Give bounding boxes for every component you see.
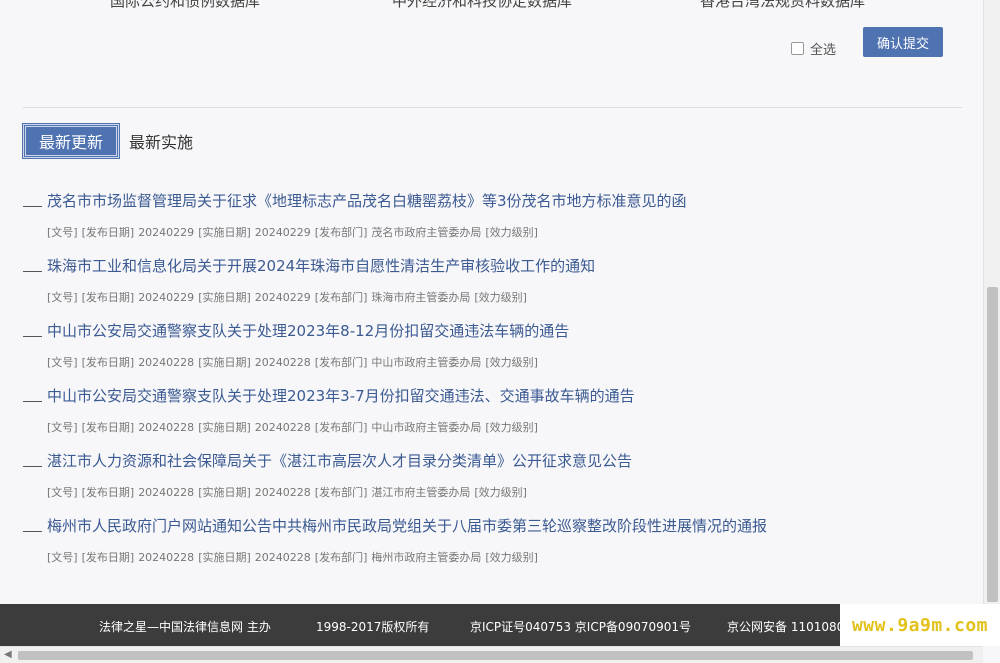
meta-effective-date: 20240229 [254, 291, 311, 304]
meta-effective-date: 20240228 [254, 486, 311, 499]
news-title-link[interactable]: 珠海市工业和信息化局关于开展2024年珠海市自愿性清洁生产审核验收工作的通知 [47, 255, 595, 276]
database-links-row: 国际公约和惯例数据库 中外经济和科技协定数据库 香港台湾法规资料数据库 [0, 0, 983, 10]
meta-doc-no-label: [文号] [47, 226, 78, 239]
news-item: 湛江市人力资源和社会保障局关于《湛江市高层次人才目录分类清单》公开征求意见公告 [… [23, 450, 953, 515]
database-link-hk-tw-regulations[interactable]: 香港台湾法规资料数据库 [700, 0, 865, 11]
footer-copyright: 1998-2017版权所有 [316, 620, 430, 634]
meta-effective-date-label: [实施日期] [198, 356, 251, 369]
scroll-left-arrow-icon[interactable]: ◀ [4, 649, 12, 660]
meta-effective-date-label: [实施日期] [198, 486, 251, 499]
meta-effective-date-label: [实施日期] [198, 291, 251, 304]
meta-level-label: [效力级别] [485, 551, 538, 564]
meta-department-label: [发布部门] [314, 551, 368, 564]
footer: 法律之星—中国法律信息网 主办 1998-2017版权所有 京ICP证号0407… [0, 604, 840, 646]
meta-department: 中山市政府主管委办局 [371, 421, 482, 434]
meta-doc-no-label: [文号] [47, 356, 78, 369]
footer-police-record[interactable]: 京公网安备 1101080 [727, 618, 840, 635]
meta-doc-no-label: [文号] [47, 551, 78, 564]
meta-department-label: [发布部门] [314, 486, 368, 499]
meta-effective-date-label: [实施日期] [198, 421, 251, 434]
select-all-checkbox[interactable] [791, 42, 804, 55]
confirm-submit-button[interactable]: 确认提交 [863, 27, 943, 57]
news-meta: [文号] [发布日期] 20240228 [实施日期] 20240228 [发布部门] 中山… [47, 354, 542, 370]
tab-bar: 最新更新 最新实施 [23, 124, 193, 158]
meta-doc-no-label: [文号] [47, 421, 78, 434]
footer-host: 法律之星—中国法律信息网 主办 [99, 620, 271, 634]
meta-effective-date: 20240228 [254, 421, 311, 434]
database-link-intl-conventions[interactable]: 国际公约和惯例数据库 [110, 0, 260, 11]
meta-department-label: [发布部门] [314, 291, 368, 304]
news-item: 茂名市市场监督管理局关于征求《地理标志产品茂名白糖罂荔枝》等3份茂名市地方标准意… [23, 190, 953, 255]
news-item: 珠海市工业和信息化局关于开展2024年珠海市自愿性清洁生产审核验收工作的通知 [文… [23, 255, 953, 320]
meta-publish-date: 20240228 [138, 551, 195, 564]
meta-publish-date: 20240229 [138, 291, 195, 304]
news-meta: [文号] [发布日期] 20240228 [实施日期] 20240228 [发布部门] 梅州… [47, 549, 542, 565]
bullet-line [23, 466, 42, 467]
meta-publish-date-label: [发布日期] [81, 551, 135, 564]
meta-publish-date-label: [发布日期] [81, 291, 135, 304]
vertical-scrollbar-thumb[interactable] [987, 287, 998, 602]
vertical-scrollbar[interactable] [983, 0, 1000, 645]
bullet-line [23, 401, 42, 402]
page-content: 国际公约和惯例数据库 中外经济和科技协定数据库 香港台湾法规资料数据库 全选 确… [0, 0, 983, 604]
section-divider [23, 107, 962, 108]
meta-department-label: [发布部门] [314, 421, 368, 434]
meta-level-label: [效力级别] [474, 291, 527, 304]
select-all-control[interactable]: 全选 [791, 39, 836, 58]
meta-publish-date-label: [发布日期] [81, 226, 135, 239]
tab-latest-effective[interactable]: 最新实施 [129, 129, 193, 153]
meta-department: 湛江市府主管委办局 [371, 486, 471, 499]
bullet-line [23, 271, 42, 272]
news-list: 茂名市市场监督管理局关于征求《地理标志产品茂名白糖罂荔枝》等3份茂名市地方标准意… [23, 190, 953, 580]
meta-department: 茂名市政府主管委办局 [371, 226, 482, 239]
meta-level-label: [效力级别] [485, 226, 538, 239]
meta-department: 梅州市政府主管委办局 [371, 551, 482, 564]
meta-effective-date: 20240228 [254, 356, 311, 369]
meta-publish-date: 20240229 [138, 226, 195, 239]
bullet-line [23, 531, 42, 532]
select-all-label: 全选 [810, 43, 837, 58]
meta-level-label: [效力级别] [474, 486, 527, 499]
bullet-line [23, 336, 42, 337]
news-title-link[interactable]: 茂名市市场监督管理局关于征求《地理标志产品茂名白糖罂荔枝》等3份茂名市地方标准意… [47, 190, 687, 211]
meta-level-label: [效力级别] [485, 356, 538, 369]
footer-icp[interactable]: 京ICP证号040753 京ICP备09070901号 [470, 618, 691, 635]
meta-publish-date: 20240228 [138, 356, 195, 369]
watermark: www.9a9m.com [840, 604, 1000, 646]
watermark-text: www.9a9m.com [851, 614, 989, 636]
news-item: 中山市公安局交通警察支队关于处理2023年8-12月份扣留交通违法车辆的通告 [文… [23, 320, 953, 385]
meta-effective-date-label: [实施日期] [198, 226, 251, 239]
meta-department-label: [发布部门] [314, 226, 368, 239]
news-title-link[interactable]: 中山市公安局交通警察支队关于处理2023年3-7月份扣留交通违法、交通事故车辆的… [47, 385, 635, 406]
news-meta: [文号] [发布日期] 20240228 [实施日期] 20240228 [发布部门] 中山… [47, 419, 542, 435]
database-link-econ-tech-agreements[interactable]: 中外经济和科技协定数据库 [392, 0, 572, 11]
meta-doc-no-label: [文号] [47, 291, 78, 304]
horizontal-scrollbar[interactable]: ◀ [0, 646, 983, 663]
meta-publish-date: 20240228 [138, 486, 195, 499]
meta-department-label: [发布部门] [314, 356, 368, 369]
meta-effective-date-label: [实施日期] [198, 551, 251, 564]
tab-latest-updates[interactable]: 最新更新 [23, 124, 119, 158]
bullet-line [23, 206, 42, 207]
horizontal-scrollbar-thumb[interactable] [18, 651, 973, 660]
news-title-link[interactable]: 湛江市人力资源和社会保障局关于《湛江市高层次人才目录分类清单》公开征求意见公告 [47, 450, 632, 471]
meta-level-label: [效力级别] [485, 421, 538, 434]
news-meta: [文号] [发布日期] 20240228 [实施日期] 20240228 [发布部门] 湛江… [47, 484, 531, 500]
meta-effective-date: 20240228 [254, 551, 311, 564]
news-item: 梅州市人民政府门户网站通知公告中共梅州市民政局党组关于八届市委第三轮巡察整改阶段… [23, 515, 953, 580]
meta-department: 珠海市府主管委办局 [371, 291, 471, 304]
meta-publish-date-label: [发布日期] [81, 421, 135, 434]
meta-publish-date-label: [发布日期] [81, 356, 135, 369]
meta-doc-no-label: [文号] [47, 486, 78, 499]
news-meta: [文号] [发布日期] 20240229 [实施日期] 20240229 [发布部门] 珠海… [47, 289, 531, 305]
meta-department: 中山市政府主管委办局 [371, 356, 482, 369]
meta-publish-date-label: [发布日期] [81, 486, 135, 499]
news-meta: [文号] [发布日期] 20240229 [实施日期] 20240229 [发布部门] 茂名… [47, 224, 542, 240]
news-title-link[interactable]: 中山市公安局交通警察支队关于处理2023年8-12月份扣留交通违法车辆的通告 [47, 320, 569, 341]
news-item: 中山市公安局交通警察支队关于处理2023年3-7月份扣留交通违法、交通事故车辆的… [23, 385, 953, 450]
news-title-link[interactable]: 梅州市人民政府门户网站通知公告中共梅州市民政局党组关于八届市委第三轮巡察整改阶段… [47, 515, 767, 536]
meta-effective-date: 20240229 [254, 226, 311, 239]
meta-publish-date: 20240228 [138, 421, 195, 434]
